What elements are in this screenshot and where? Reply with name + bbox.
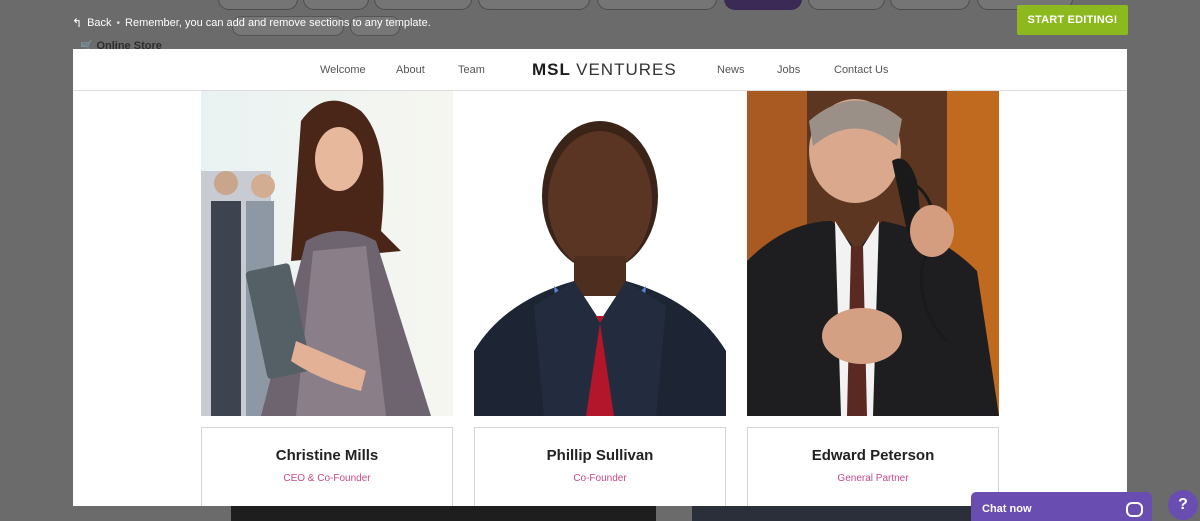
template-hint: Remember, you can add and remove section… — [125, 17, 431, 29]
team-card: Phillip Sullivan Co-Founder — [474, 427, 726, 506]
help-button[interactable]: ? — [1168, 490, 1198, 520]
start-editing-button[interactable]: START EDITING! — [1017, 5, 1128, 35]
separator: • — [116, 17, 121, 29]
bg-tab — [808, 0, 885, 10]
nav-about[interactable]: About — [396, 64, 425, 76]
back-link[interactable]: Back — [87, 17, 111, 29]
bg-tab — [303, 0, 369, 10]
team-member-role: CEO & Co-Founder — [283, 473, 371, 484]
team-member-name: Edward Peterson — [811, 447, 935, 464]
team-member-role: Co-Founder — [573, 473, 627, 484]
nav-welcome[interactable]: Welcome — [320, 64, 366, 76]
team-photo-christine — [201, 91, 453, 416]
back-arrow-icon[interactable]: ↰ — [72, 16, 82, 30]
team-member-role: General Partner — [837, 473, 909, 484]
team-photo-phillip — [474, 91, 726, 416]
back-bar: ↰ Back • Remember, you can add and remov… — [72, 16, 431, 30]
bg-tab — [374, 0, 472, 10]
bg-tab-active — [724, 0, 802, 10]
bg-tab — [890, 0, 970, 10]
nav-contact-us[interactable]: Contact Us — [834, 64, 888, 76]
bg-tab — [478, 0, 590, 10]
chat-widget[interactable]: Chat now — [971, 492, 1152, 521]
nav-jobs[interactable]: Jobs — [777, 64, 800, 76]
bg-thumbnail — [692, 505, 972, 521]
site-nav: Welcome About Team MSL VENTURES News Job… — [73, 49, 1127, 91]
site-logo[interactable]: MSL VENTURES — [532, 60, 677, 80]
team-member-name: Christine Mills — [275, 447, 379, 464]
nav-team[interactable]: Team — [458, 64, 485, 76]
bg-thumbnail — [231, 505, 656, 521]
template-preview: Welcome About Team MSL VENTURES News Job… — [73, 49, 1127, 506]
chat-now-label: Chat now — [982, 503, 1032, 515]
team-member-name: Phillip Sullivan — [546, 447, 654, 464]
bg-tab — [597, 0, 717, 10]
team-card: Christine Mills CEO & Co-Founder — [201, 427, 453, 506]
bg-tab — [218, 0, 298, 10]
nav-news[interactable]: News — [717, 64, 745, 76]
team-card: Edward Peterson General Partner — [747, 427, 999, 506]
chat-bubble-icon — [1126, 502, 1143, 517]
team-photo-edward — [747, 91, 999, 416]
